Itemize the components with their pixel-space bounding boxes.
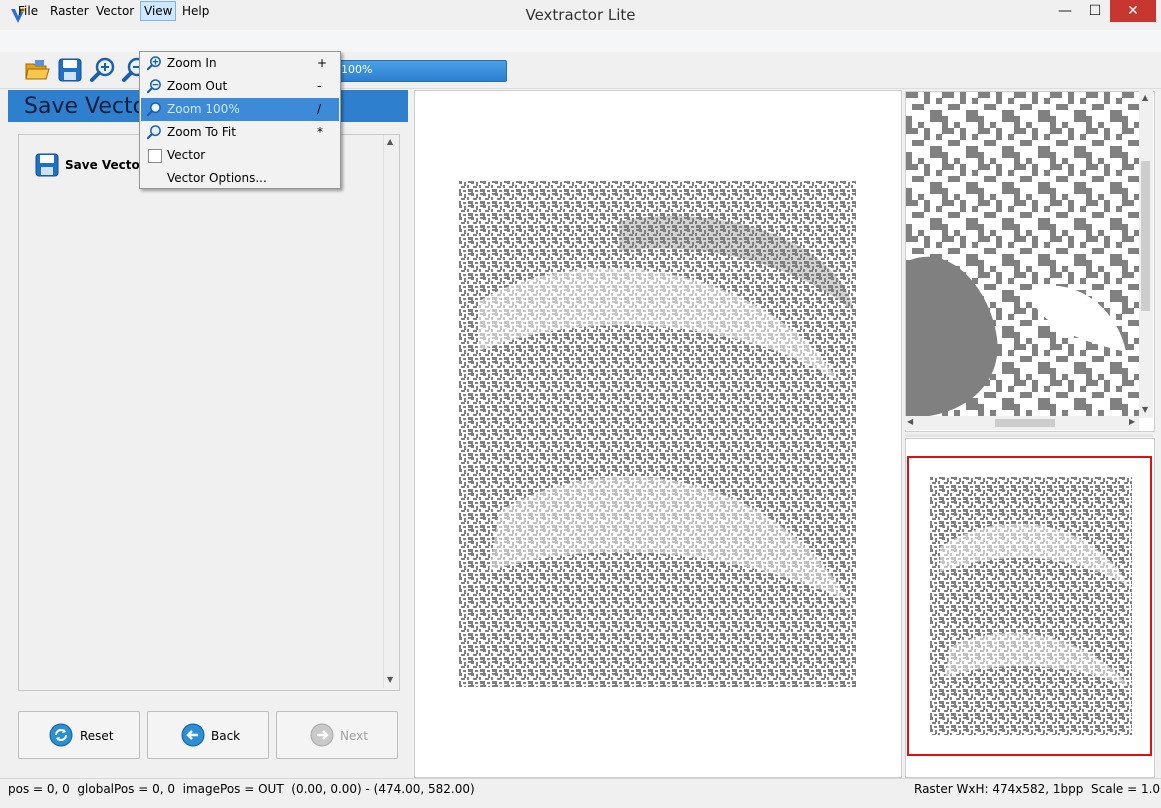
viewport-frame[interactable] xyxy=(907,456,1152,756)
menu-item-label: Zoom 100% xyxy=(167,102,240,116)
menu-item-zoom-out[interactable]: Zoom Out - xyxy=(141,75,339,98)
arrow-left-icon xyxy=(181,723,205,747)
menu-item-shortcut: / xyxy=(317,102,322,116)
vector-checkbox[interactable] xyxy=(148,149,162,163)
open-folder-icon[interactable] xyxy=(24,57,50,83)
menu-item-vector-options[interactable]: Vector Options... xyxy=(141,167,339,190)
save-disk-icon[interactable] xyxy=(57,57,83,83)
zoom-in-icon xyxy=(147,56,161,71)
scroll-left-icon[interactable]: ◀ xyxy=(907,417,913,426)
menu-item-shortcut: - xyxy=(317,79,322,93)
menu-item-shortcut: + xyxy=(317,56,328,70)
minimize-button[interactable]: — xyxy=(1050,0,1080,22)
main-canvas[interactable] xyxy=(414,90,902,778)
zoom-in-icon[interactable] xyxy=(90,57,116,83)
status-raster-info: Raster WxH: 474x582, 1bpp Scale = 1.00 xyxy=(914,782,1161,796)
menu-raster[interactable]: Raster xyxy=(47,2,92,20)
menu-item-label: Zoom To Fit xyxy=(167,125,236,139)
menu-view[interactable]: View xyxy=(140,1,177,21)
menu-vector[interactable]: Vector xyxy=(93,2,137,20)
menu-item-zoom-to-fit[interactable]: Zoom To Fit * xyxy=(141,121,339,144)
scroll-down-icon[interactable]: ▼ xyxy=(387,675,393,684)
scroll-up-icon[interactable]: ▲ xyxy=(387,137,393,146)
zoom-detail-image xyxy=(906,92,1140,418)
menu-item-label: Zoom In xyxy=(167,56,217,70)
zoom-detail-view[interactable] xyxy=(905,91,1155,432)
maximize-button[interactable]: ☐ xyxy=(1080,0,1110,22)
zoom-out-icon xyxy=(147,79,161,94)
scroll-right-icon[interactable]: ▶ xyxy=(1129,417,1135,426)
wizard-title: Save Vector xyxy=(24,94,156,119)
back-label: Back xyxy=(211,729,241,743)
menu-item-zoom-in[interactable]: Zoom In + xyxy=(141,52,339,75)
menu-file[interactable]: File xyxy=(15,2,41,20)
status-position: pos = 0, 0 globalPos = 0, 0 imagePos = O… xyxy=(8,782,475,796)
menu-item-vector[interactable]: Vector xyxy=(141,144,339,167)
scroll-down-icon[interactable]: ▼ xyxy=(1142,405,1148,414)
menu-item-shortcut: * xyxy=(317,125,323,139)
step-list-scrollbar[interactable]: ▲ ▼ xyxy=(383,135,399,688)
zoom-100-icon xyxy=(147,102,161,117)
next-button[interactable]: Next xyxy=(276,711,398,759)
zoom-level-text: 100% xyxy=(341,63,373,76)
menu-item-label: Vector xyxy=(167,148,206,162)
save-vector-icon xyxy=(35,153,59,177)
zoom-view-horizontal-scrollbar[interactable]: ◀ ▶ xyxy=(905,416,1139,430)
scroll-thumb[interactable] xyxy=(1141,161,1150,311)
save-vector-step[interactable]: Save Vector xyxy=(65,158,146,172)
zoom-view-vertical-scrollbar[interactable]: ▲ ▼ xyxy=(1139,91,1153,418)
back-button[interactable]: Back xyxy=(147,711,269,759)
zoom-to-fit-icon xyxy=(147,125,161,140)
arrow-right-icon xyxy=(310,723,334,747)
menu-help[interactable]: Help xyxy=(179,2,212,20)
scroll-up-icon[interactable]: ▲ xyxy=(1142,93,1148,102)
menu-bar xyxy=(0,30,1161,52)
close-button[interactable]: ✕ xyxy=(1110,0,1156,22)
scroll-thumb[interactable] xyxy=(995,419,1055,427)
reset-button[interactable]: Reset xyxy=(18,711,140,759)
reset-label: Reset xyxy=(80,729,114,743)
menu-item-label: Vector Options... xyxy=(167,171,267,185)
wizard-step-list xyxy=(18,134,400,691)
reset-icon xyxy=(49,723,73,747)
next-label: Next xyxy=(340,729,368,743)
pane-splitter[interactable] xyxy=(905,434,1153,437)
menu-item-zoom-100[interactable]: Zoom 100% / xyxy=(141,98,339,121)
view-menu-dropdown: Zoom In + Zoom Out - Zoom 100% / Zoom To… xyxy=(139,51,341,189)
raster-image xyxy=(459,181,856,687)
menu-item-label: Zoom Out xyxy=(167,79,228,93)
